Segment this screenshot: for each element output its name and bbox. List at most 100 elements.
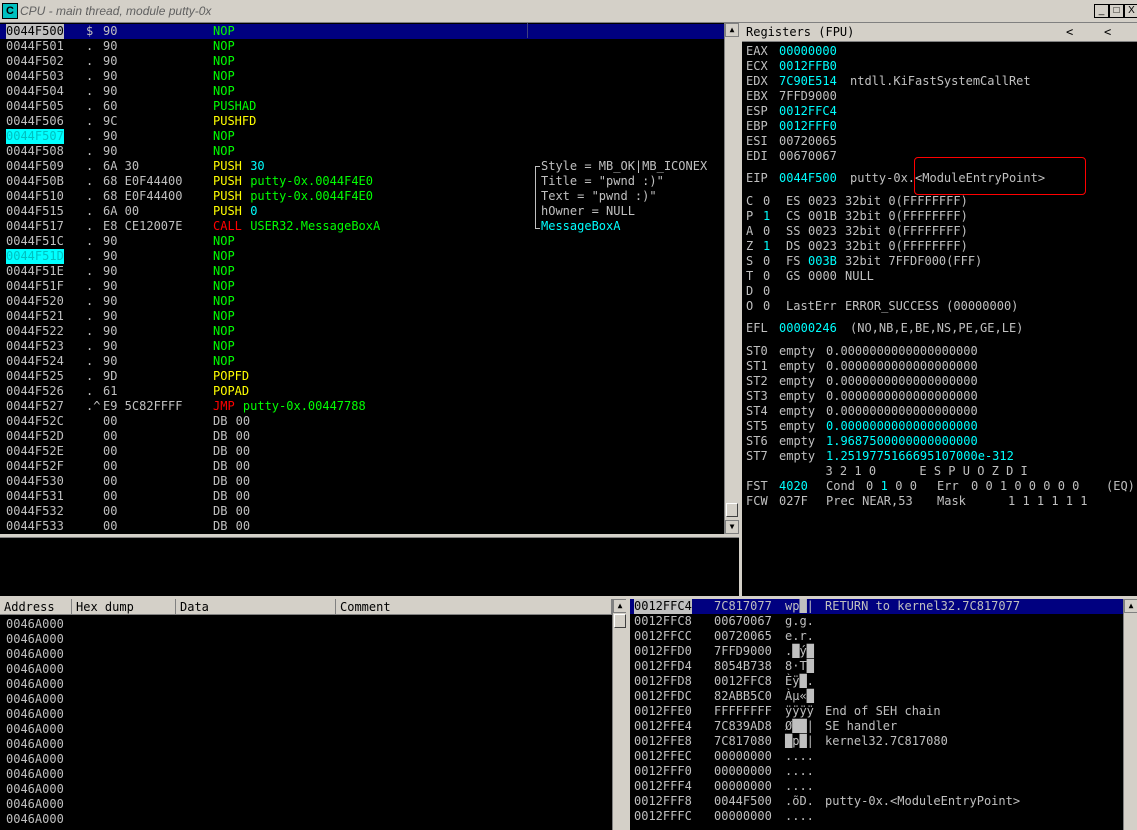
disasm-row[interactable]: 0044F515. 6A 00 PUSH 0 hOwner = NULL	[0, 204, 724, 219]
disassembly-pane[interactable]: 0044F500 $90 NOP 0044F501. 90 NOP 0044F502. 90 N…	[0, 23, 724, 534]
disasm-row[interactable]: 0044F509. 6A 30 PUSH 30 Style = MB_OK|MB_ICO…	[0, 159, 724, 174]
dump-row[interactable]: 0046A000	[0, 692, 612, 707]
dump-row[interactable]: 0046A000	[0, 782, 612, 797]
scroll-up-arrow-icon[interactable]: ▲	[613, 599, 627, 613]
column-header-data[interactable]: Data	[176, 599, 336, 615]
disasm-row[interactable]: 0044F501. 90 NOP	[0, 39, 724, 54]
registers-header[interactable]: Registers (FPU) < <	[742, 23, 1137, 42]
stack-row[interactable]: 0012FFD8 0012FFC8 Èÿ█.	[630, 674, 1123, 689]
stack-row[interactable]: 0012FFEC 00000000....	[630, 749, 1123, 764]
disasm-row[interactable]: 0044F517. E8 CE12007E CALL USER32.MessageBo…	[0, 219, 724, 234]
stack-row[interactable]: 0012FFC4 7C817077 wp█| RETURN to kernel32.7…	[630, 599, 1123, 614]
maximize-button[interactable]: □	[1109, 4, 1124, 18]
hex-dump-pane[interactable]: Address Hex dump Data Comment 0046A000 00…	[0, 599, 612, 830]
dump-row[interactable]: 0046A000	[0, 737, 612, 752]
disasm-row[interactable]: 0044F503. 90 NOP	[0, 69, 724, 84]
disasm-row[interactable]: 0044F532 00 DB 00	[0, 504, 724, 519]
flag-row-z[interactable]: Z 1 DS 0023 32bit 0(FFFFFFFF)	[742, 239, 1137, 254]
disasm-row[interactable]: 0044F521. 90 NOP	[0, 309, 724, 324]
fpu-register-st2[interactable]: ST2 empty 0.0000000000000000000	[742, 374, 1137, 389]
register-ebp[interactable]: EBP 0012FFF0	[742, 119, 1137, 134]
register-edx[interactable]: EDX 7C90E514 ntdll.KiFastSystemCallRet	[742, 74, 1137, 89]
register-edi[interactable]: EDI 00670067	[742, 149, 1137, 164]
disasm-row[interactable]: 0044F502. 90 NOP	[0, 54, 724, 69]
dump-row[interactable]: 0046A000	[0, 812, 612, 827]
disasm-row[interactable]: 0044F52C 00 DB 00	[0, 414, 724, 429]
register-esi[interactable]: ESI 00720065	[742, 134, 1137, 149]
disasm-row[interactable]: 0044F51C. 90 NOP	[0, 234, 724, 249]
disasm-row[interactable]: 0044F527 .^ E9 5C82FFFF JMP putty-0x.0044778…	[0, 399, 724, 414]
register-efl[interactable]: EFL 00000246 (NO,NB,E,BE,NS,PE,GE,LE)	[742, 321, 1137, 336]
register-ebx[interactable]: EBX 7FFD9000	[742, 89, 1137, 104]
stack-row[interactable]: 0012FFCC 00720065 e.r.	[630, 629, 1123, 644]
disasm-row[interactable]: 0044F524. 90 NOP	[0, 354, 724, 369]
stack-row[interactable]: 0012FFF0 00000000....	[630, 764, 1123, 779]
stack-row[interactable]: 0012FFD4 8054B738 8·T█	[630, 659, 1123, 674]
disasm-row[interactable]: 0044F510. 68 E0F44400 PUSH putty-0x.0044F4E…	[0, 189, 724, 204]
flag-row-s[interactable]: S 0 FS 003B 32bit 7FFDF000(FFF)	[742, 254, 1137, 269]
registers-nav-left-icon[interactable]: <	[1066, 25, 1073, 39]
disasm-row[interactable]: 0044F533 00 DB 00	[0, 519, 724, 534]
flag-row-t[interactable]: T 0 GS 0000 NULL	[742, 269, 1137, 284]
stack-row[interactable]: 0012FFE0 FFFFFFFF ÿÿÿÿ End of SEH chain	[630, 704, 1123, 719]
disasm-row[interactable]: 0044F52E 00 DB 00	[0, 444, 724, 459]
flag-row-o[interactable]: O 0 LastErr ERROR_SUCCESS (00000000)	[742, 299, 1137, 314]
fpu-register-st7[interactable]: ST7 empty 1.2519775166695107000e-312	[742, 449, 1137, 464]
column-header-comment[interactable]: Comment	[336, 599, 612, 615]
fpu-register-st3[interactable]: ST3 empty 0.0000000000000000000	[742, 389, 1137, 404]
minimize-button[interactable]: _	[1094, 4, 1109, 18]
dump-row[interactable]: 0046A000	[0, 677, 612, 692]
dump-row[interactable]: 0046A000	[0, 617, 612, 632]
registers-nav-right-icon[interactable]: <	[1104, 25, 1111, 39]
registers-pane[interactable]: Registers (FPU) < < EAX 00000000 ECX 0012FF…	[742, 23, 1137, 596]
register-ecx[interactable]: ECX 0012FFB0	[742, 59, 1137, 74]
fpu-control-word[interactable]: FCW 027F Prec NEAR,53 Mask 1 1 1 1 1 1	[742, 494, 1137, 509]
dump-row[interactable]: 0046A000	[0, 662, 612, 677]
disasm-row[interactable]: 0044F51F. 90 NOP	[0, 279, 724, 294]
flag-row-c[interactable]: C 0 ES 0023 32bit 0(FFFFFFFF)	[742, 194, 1137, 209]
scroll-down-arrow-icon[interactable]: ▼	[725, 520, 739, 534]
disasm-row[interactable]: 0044F50B. 68 E0F44400 PUSH putty-0x.0044F4E…	[0, 174, 724, 189]
disasm-row[interactable]: 0044F504. 90 NOP	[0, 84, 724, 99]
title-bar[interactable]: C CPU - main thread, module putty-0x _ □…	[0, 0, 1137, 23]
scroll-thumb[interactable]	[726, 503, 738, 517]
disasm-row[interactable]: 0044F52F 00 DB 00	[0, 459, 724, 474]
flag-row-p[interactable]: P 1 CS 001B 32bit 0(FFFFFFFF)	[742, 209, 1137, 224]
stack-row[interactable]: 0012FFDC 82ABB5C0 Àµ«█	[630, 689, 1123, 704]
disasm-row[interactable]: 0044F51D. 90 NOP	[0, 249, 724, 264]
disasm-row[interactable]: 0044F525. 9D POPFD	[0, 369, 724, 384]
disasm-row[interactable]: 0044F520. 90 NOP	[0, 294, 724, 309]
stack-scrollbar[interactable]: ▲	[1123, 599, 1137, 830]
scroll-up-arrow-icon[interactable]: ▲	[725, 23, 739, 37]
fpu-register-st6[interactable]: ST6 empty 1.9687500000000000000	[742, 434, 1137, 449]
flag-row-d[interactable]: D0	[742, 284, 1137, 299]
disasm-row[interactable]: 0044F505. 60 PUSHAD	[0, 99, 724, 114]
fpu-register-st0[interactable]: ST0 empty 0.0000000000000000000	[742, 344, 1137, 359]
dump-row[interactable]: 0046A000	[0, 632, 612, 647]
register-eax[interactable]: EAX 00000000	[742, 44, 1137, 59]
fpu-bit-header[interactable]: 3 2 1 0 E S P U O Z D I	[742, 464, 1137, 479]
stack-row[interactable]: 0012FFD0 7FFD9000 .█ý█	[630, 644, 1123, 659]
dump-row[interactable]: 0046A000	[0, 647, 612, 662]
dump-row[interactable]: 0046A000	[0, 722, 612, 737]
column-header-address[interactable]: Address	[0, 599, 72, 615]
scroll-up-arrow-icon[interactable]: ▲	[1124, 599, 1137, 613]
stack-row[interactable]: 0012FFE8 7C817080 █p█| kernel32.7C817080	[630, 734, 1123, 749]
column-header-hex-dump[interactable]: Hex dump	[72, 599, 176, 615]
disasm-row[interactable]: 0044F526. 61 POPAD	[0, 384, 724, 399]
stack-row[interactable]: 0012FFF4 00000000....	[630, 779, 1123, 794]
disasm-row[interactable]: 0044F531 00 DB 00	[0, 489, 724, 504]
disasm-row[interactable]: 0044F500 $90 NOP	[0, 24, 724, 39]
fpu-register-st1[interactable]: ST1 empty 0.0000000000000000000	[742, 359, 1137, 374]
stack-row[interactable]: 0012FFFC 00000000....	[630, 809, 1123, 824]
stack-row[interactable]: 0012FFF8 0044F500 .õD. putty-0x.<ModuleEntr…	[630, 794, 1123, 809]
disasm-row[interactable]: 0044F51E. 90 NOP	[0, 264, 724, 279]
register-eip[interactable]: EIP 0044F500 putty-0x.<ModuleEntryPoint>	[742, 171, 1137, 186]
scroll-thumb[interactable]	[614, 614, 626, 628]
register-esp[interactable]: ESP 0012FFC4	[742, 104, 1137, 119]
disasm-row[interactable]: 0044F522. 90 NOP	[0, 324, 724, 339]
dump-scrollbar[interactable]: ▲	[612, 599, 627, 830]
stack-row[interactable]: 0012FFE4 7C839AD8 Ø██| SE handler	[630, 719, 1123, 734]
disasm-row[interactable]: 0044F507. 90 NOP	[0, 129, 724, 144]
disasm-row[interactable]: 0044F523. 90 NOP	[0, 339, 724, 354]
